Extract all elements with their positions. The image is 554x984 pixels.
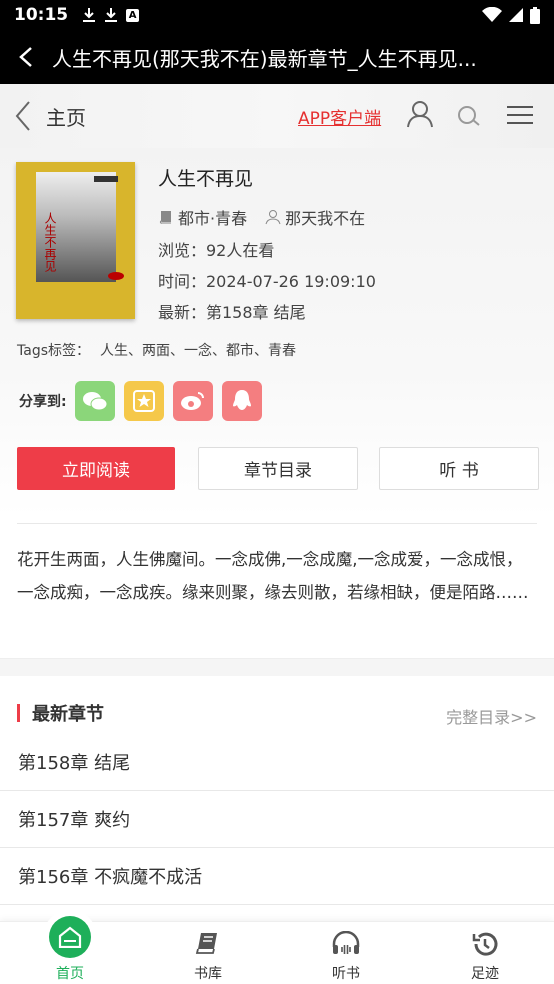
history-icon bbox=[472, 932, 498, 956]
chapter-item[interactable]: 第156章 不疯魔不成活 bbox=[0, 848, 554, 905]
header-back-button[interactable] bbox=[0, 100, 46, 132]
nav-history-label: 足迹 bbox=[471, 966, 499, 982]
app-bar: 人生不再见(那天我不在)最新章节_人生不再见... bbox=[0, 30, 554, 84]
book-meta-row: 都市·青春 那天我不在 bbox=[158, 205, 365, 229]
author-icon bbox=[265, 210, 281, 225]
share-bar: 分享到: bbox=[19, 381, 271, 421]
book-category[interactable]: 都市·青春 bbox=[178, 205, 247, 229]
book-latest-chapter[interactable]: 最新：第158章 结尾 bbox=[158, 299, 306, 323]
chapter-item[interactable]: 第158章 结尾 bbox=[0, 734, 554, 791]
book-author[interactable]: 那天我不在 bbox=[285, 205, 365, 229]
bottom-nav: 首页 书库 听书 足迹 bbox=[0, 916, 554, 984]
book-icon bbox=[195, 933, 217, 954]
search-icon[interactable] bbox=[456, 104, 484, 128]
nav-library-label: 书库 bbox=[194, 966, 222, 982]
status-bar: 10:15 A bbox=[0, 0, 554, 30]
book-cover[interactable]: 人生不再见 bbox=[16, 162, 135, 319]
app-client-link[interactable]: APP客户端 bbox=[298, 104, 381, 129]
read-now-button[interactable]: 立即阅读 bbox=[17, 447, 175, 490]
status-notification-icons: A bbox=[82, 7, 140, 23]
section-gap bbox=[0, 658, 554, 676]
tags-list[interactable]: 人生、两面、一念、都市、青春 bbox=[100, 343, 296, 359]
headphones-icon bbox=[332, 931, 360, 954]
book-description: 花开生两面，人生佛魔间。一念成佛,一念成魔,一念成爱，一念成恨，一念成痴，一念成… bbox=[17, 550, 529, 602]
full-catalog-link[interactable]: 完整目录>> bbox=[446, 704, 537, 728]
share-weibo-button[interactable] bbox=[172, 381, 213, 421]
chapter-item[interactable]: 第157章 爽约 bbox=[0, 791, 554, 848]
divider bbox=[17, 523, 537, 524]
qq-icon bbox=[232, 390, 251, 410]
nav-home-label: 首页 bbox=[56, 966, 84, 982]
chapter-list-button[interactable]: 章节目录 bbox=[198, 447, 358, 490]
back-button[interactable] bbox=[0, 46, 52, 68]
signal-icon bbox=[509, 8, 523, 22]
home-icon bbox=[49, 916, 91, 958]
cover-label bbox=[94, 176, 118, 182]
share-label: 分享到: bbox=[19, 394, 67, 410]
battery-icon bbox=[530, 6, 540, 24]
share-qq-button[interactable] bbox=[221, 381, 262, 421]
share-wechat-button[interactable] bbox=[74, 381, 115, 421]
latest-chapters-heading: 最新章节 bbox=[17, 701, 104, 725]
tags-label: Tags标签： bbox=[17, 343, 90, 359]
wechat-icon bbox=[82, 392, 108, 411]
listen-button[interactable]: 听 书 bbox=[379, 447, 539, 490]
book-tags: Tags标签： 人生、两面、一念、都市、青春 bbox=[17, 340, 296, 360]
nav-audiobook-label: 听书 bbox=[332, 966, 360, 982]
book-update-time: 时间：2024-07-26 19:09:10 bbox=[158, 272, 376, 291]
download-icon bbox=[83, 8, 96, 22]
site-header: 主页 APP客户端 bbox=[0, 84, 554, 148]
download-icon bbox=[105, 8, 118, 22]
star-icon bbox=[132, 390, 155, 412]
share-favorite-button[interactable] bbox=[123, 381, 164, 421]
app-notification-icon: A bbox=[126, 8, 140, 22]
page-title: 人生不再见(那天我不在)最新章节_人生不再见... bbox=[52, 46, 477, 71]
book-info: 人生不再见 人生不再见 都市·青春 那天我不在 浏览：92人在看 时间：2024… bbox=[0, 148, 554, 518]
book-views: 浏览：92人在看 bbox=[158, 241, 275, 260]
cover-decoration bbox=[108, 272, 124, 280]
user-icon[interactable] bbox=[406, 100, 434, 128]
weibo-icon bbox=[180, 392, 204, 410]
heading-accent-bar bbox=[17, 704, 20, 722]
home-link[interactable]: 主页 bbox=[46, 102, 86, 131]
book-category-icon bbox=[159, 211, 171, 224]
status-time: 10:15 bbox=[14, 5, 69, 25]
latest-chapters-title: 最新章节 bbox=[32, 704, 104, 725]
book-title: 人生不再见 bbox=[158, 168, 254, 190]
chevron-left-icon bbox=[15, 101, 30, 131]
cover-text: 人生不再见 bbox=[43, 212, 57, 272]
arrow-left-icon bbox=[19, 47, 32, 67]
wifi-icon bbox=[482, 7, 502, 22]
menu-icon[interactable] bbox=[507, 106, 533, 124]
